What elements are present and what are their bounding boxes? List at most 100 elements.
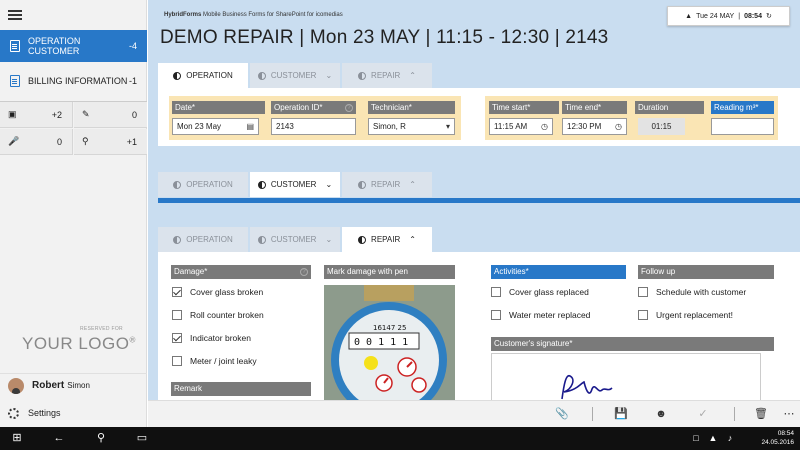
document-icon — [10, 40, 20, 52]
checkbox[interactable] — [491, 287, 501, 297]
checkbox-label: Urgent replacement! — [656, 310, 734, 320]
checkbox-label: Schedule with customer — [656, 287, 747, 297]
tab-customer[interactable]: CUSTOMER ⌄ — [250, 227, 340, 252]
tab-customer[interactable]: CUSTOMER ⌄ — [250, 172, 340, 197]
tab-repair[interactable]: REPAIR ⌃ — [342, 172, 432, 197]
followup-checkbox-2[interactable]: Urgent replacement! — [638, 310, 733, 320]
windows-start-icon[interactable]: ⊞ — [10, 431, 24, 446]
notification-icon[interactable]: □ — [690, 431, 702, 446]
checkbox[interactable] — [638, 310, 648, 320]
attach-paperclip-icon[interactable]: 📎 — [555, 407, 569, 421]
checkbox[interactable] — [172, 333, 182, 343]
checkbox-label: Cover glass broken — [190, 287, 264, 297]
camera-attachments[interactable]: ▣ +2 — [0, 102, 73, 128]
checkbox[interactable] — [491, 310, 501, 320]
time-end-input[interactable]: 12:30 PM ◷ — [562, 118, 627, 135]
tab-repair[interactable]: REPAIR ⌃ — [342, 227, 432, 252]
activity-checkbox-2[interactable]: Water meter replaced — [491, 310, 590, 320]
reading-input[interactable] — [711, 118, 774, 135]
sidebar-item-operation-customer[interactable]: OPERATION CUSTOMER -4 — [0, 30, 147, 62]
toolbar-separator — [734, 407, 735, 421]
checkbox[interactable] — [638, 287, 648, 297]
time-start-value: 11:15 AM — [494, 122, 528, 131]
sidebar-item-label: OPERATION CUSTOMER — [28, 36, 81, 56]
wifi-icon[interactable]: ▲ — [707, 431, 719, 446]
duration-label: Duration — [635, 101, 704, 114]
microphone-attachments[interactable]: 🎤 0 — [0, 129, 73, 155]
activity-checkbox-1[interactable]: Cover glass replaced — [491, 287, 589, 297]
water-meter-photo[interactable]: 0 0 1 1 1 16147 25 — [324, 285, 455, 400]
checkbox[interactable] — [172, 287, 182, 297]
checkbox-label: Indicator broken — [190, 333, 251, 343]
chevron-up-icon: ⌃ — [409, 71, 416, 80]
system-clock[interactable]: 08:54 24.05.2016 — [761, 429, 794, 447]
camera-count: +2 — [51, 109, 62, 120]
half-circle-icon — [173, 71, 182, 80]
tab-repair[interactable]: REPAIR ⌃ — [342, 63, 432, 88]
tab-operation[interactable]: OPERATION — [158, 227, 248, 252]
checkbox-label: Roll counter broken — [190, 310, 264, 320]
page-title: DEMO REPAIR | Mon 23 MAY | 11:15 - 12:30… — [160, 27, 609, 48]
tab-label: REPAIR — [371, 71, 401, 80]
assign-users-icon[interactable]: ☻ — [654, 407, 668, 421]
damage-checkbox-1[interactable]: Cover glass broken — [172, 287, 263, 297]
checkbox-label: Water meter replaced — [509, 310, 591, 320]
checkbox-label: Meter / joint leaky — [190, 356, 257, 366]
clock-time: 08:54 — [744, 12, 762, 20]
refresh-icon[interactable]: ↻ — [766, 12, 772, 20]
settings-button[interactable]: Settings — [0, 402, 147, 424]
tab-label: CUSTOMER — [270, 235, 317, 244]
tab-customer[interactable]: CUSTOMER ⌄ — [250, 63, 340, 88]
user-first-name: Robert — [32, 380, 65, 391]
damage-header: Damage*? — [171, 265, 311, 279]
technician-select[interactable]: Simon, R ▾ — [368, 118, 455, 135]
app-header: HybridForms Mobile Business Forms for Sh… — [164, 12, 343, 18]
camera-icon: ▣ — [8, 109, 17, 119]
tab-label: OPERATION — [186, 71, 233, 80]
sidebar: OPERATION CUSTOMER -4 BILLING INFORMATIO… — [0, 0, 147, 427]
search-icon[interactable]: ⚲ — [94, 431, 108, 446]
checkbox[interactable] — [172, 356, 182, 366]
pen-count: 0 — [131, 109, 137, 120]
user-profile[interactable]: Robert Simon — [0, 373, 147, 397]
date-label: Date* — [172, 101, 265, 114]
delete-trash-icon[interactable]: 🗑 — [754, 407, 768, 421]
damage-checkbox-3[interactable]: Indicator broken — [172, 333, 251, 343]
help-icon[interactable]: ? — [345, 104, 353, 112]
pen-attachments[interactable]: ✎ 0 — [74, 102, 147, 128]
checkbox[interactable] — [172, 310, 182, 320]
hamburger-menu-icon[interactable] — [8, 10, 22, 20]
duration-value: 01:15 — [638, 118, 685, 135]
chevron-down-icon: ⌄ — [325, 235, 333, 244]
damage-checkbox-2[interactable]: Roll counter broken — [172, 310, 264, 320]
tab-label: REPAIR — [371, 180, 401, 189]
volume-icon[interactable]: ♪ — [724, 431, 736, 446]
damage-checkbox-4[interactable]: Meter / joint leaky — [172, 356, 257, 366]
complete-checkmark-icon[interactable]: ✓ — [696, 407, 710, 421]
operation-id-input[interactable]: 2143 — [271, 118, 356, 135]
operation-id-label-text: Operation ID* — [274, 103, 323, 112]
time-start-input[interactable]: 11:15 AM ◷ — [489, 118, 553, 135]
tab-operation[interactable]: OPERATION — [158, 172, 248, 197]
half-circle-icon — [173, 235, 182, 244]
date-input[interactable]: Mon 23 May ▤ — [172, 118, 259, 135]
gear-icon — [8, 407, 19, 419]
location-attachments[interactable]: ⚲ +1 — [74, 129, 147, 155]
document-icon — [10, 75, 20, 87]
help-icon[interactable]: ? — [300, 268, 308, 276]
followup-checkbox-1[interactable]: Schedule with customer — [638, 287, 746, 297]
sidebar-item-billing-information[interactable]: BILLING INFORMATION -1 — [0, 65, 147, 97]
damage-label: Damage* — [174, 267, 208, 276]
save-floppy-icon[interactable]: 💾 — [614, 407, 628, 421]
settings-label: Settings — [28, 408, 61, 418]
sidebar-item-count: -1 — [128, 76, 137, 86]
back-arrow-icon[interactable]: ← — [52, 431, 66, 446]
task-view-icon[interactable]: ▭ — [135, 431, 149, 446]
tab-row-customer: OPERATION CUSTOMER ⌄ REPAIR ⌃ — [158, 172, 434, 197]
tab-label: OPERATION — [186, 180, 233, 189]
more-options-icon[interactable]: ⋯ — [782, 407, 796, 421]
app-description: Mobile Business Forms for SharePoint for… — [203, 12, 343, 18]
tab-operation[interactable]: OPERATION — [158, 63, 248, 88]
signature-pad[interactable] — [491, 353, 761, 400]
half-circle-icon — [257, 71, 266, 80]
